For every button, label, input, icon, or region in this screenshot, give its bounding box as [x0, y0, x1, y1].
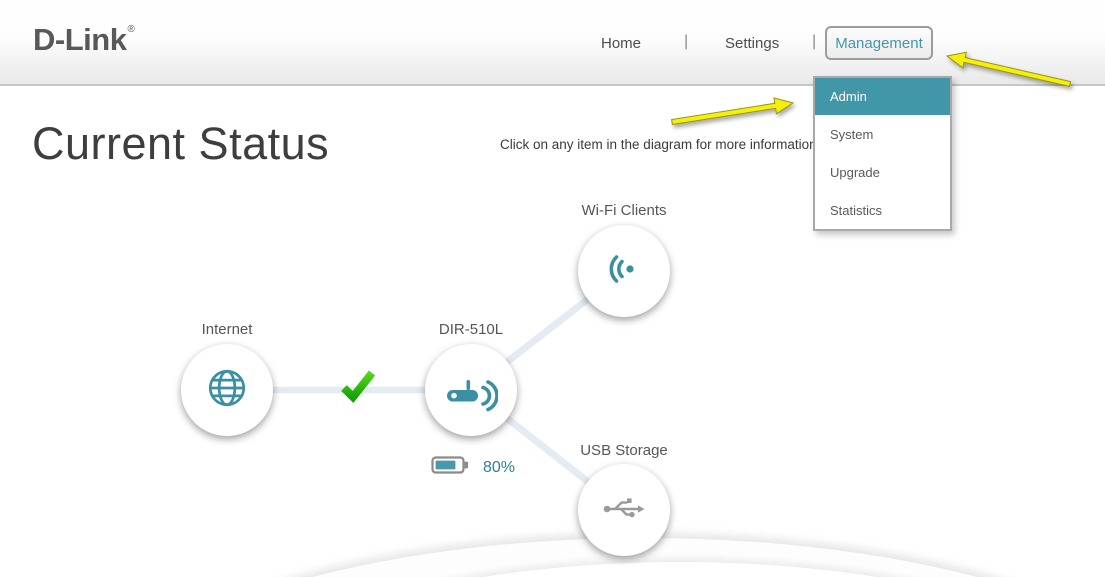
internet-label: Internet [202, 321, 253, 338]
menu-item-system[interactable]: System [815, 115, 950, 153]
router-label: DIR-510L [439, 321, 503, 338]
menu-item-statistics[interactable]: Statistics [815, 191, 950, 229]
logo-text: D-Link [33, 22, 126, 57]
battery-status[interactable]: 80% [431, 455, 515, 480]
battery-icon [431, 455, 470, 480]
globe-icon [204, 365, 250, 416]
wifi-clients-node[interactable] [578, 225, 670, 317]
wifi-clients-label: Wi-Fi Clients [582, 202, 667, 219]
nav-separator: | [684, 33, 688, 51]
router-icon [444, 364, 498, 417]
header: D-Link® Home | Settings | Management [0, 0, 1105, 86]
management-menu: Admin System Upgrade Statistics [813, 76, 952, 231]
nav-management[interactable]: Management [825, 26, 933, 60]
screen: D-Link® Home | Settings | Management Adm… [0, 0, 1105, 577]
usb-storage-label: USB Storage [580, 442, 668, 459]
nav-settings[interactable]: Settings [725, 35, 779, 52]
wifi-icon [603, 248, 645, 295]
internet-node[interactable] [181, 344, 273, 436]
registered-mark: ® [127, 24, 134, 35]
battery-percent: 80% [483, 459, 515, 477]
nav-separator: | [812, 33, 816, 51]
router-node[interactable] [425, 344, 517, 436]
menu-item-upgrade[interactable]: Upgrade [815, 153, 950, 191]
arrow-to-admin [672, 98, 793, 125]
diagram-hint: Click on any item in the diagram for mor… [500, 137, 820, 152]
check-icon [337, 364, 379, 413]
usb-icon [600, 492, 648, 529]
page-title: Current Status [32, 118, 329, 170]
menu-item-admin[interactable]: Admin [815, 78, 950, 115]
nav-home[interactable]: Home [601, 35, 641, 52]
dlink-logo: D-Link® [33, 22, 134, 58]
usb-storage-node[interactable] [578, 464, 670, 556]
